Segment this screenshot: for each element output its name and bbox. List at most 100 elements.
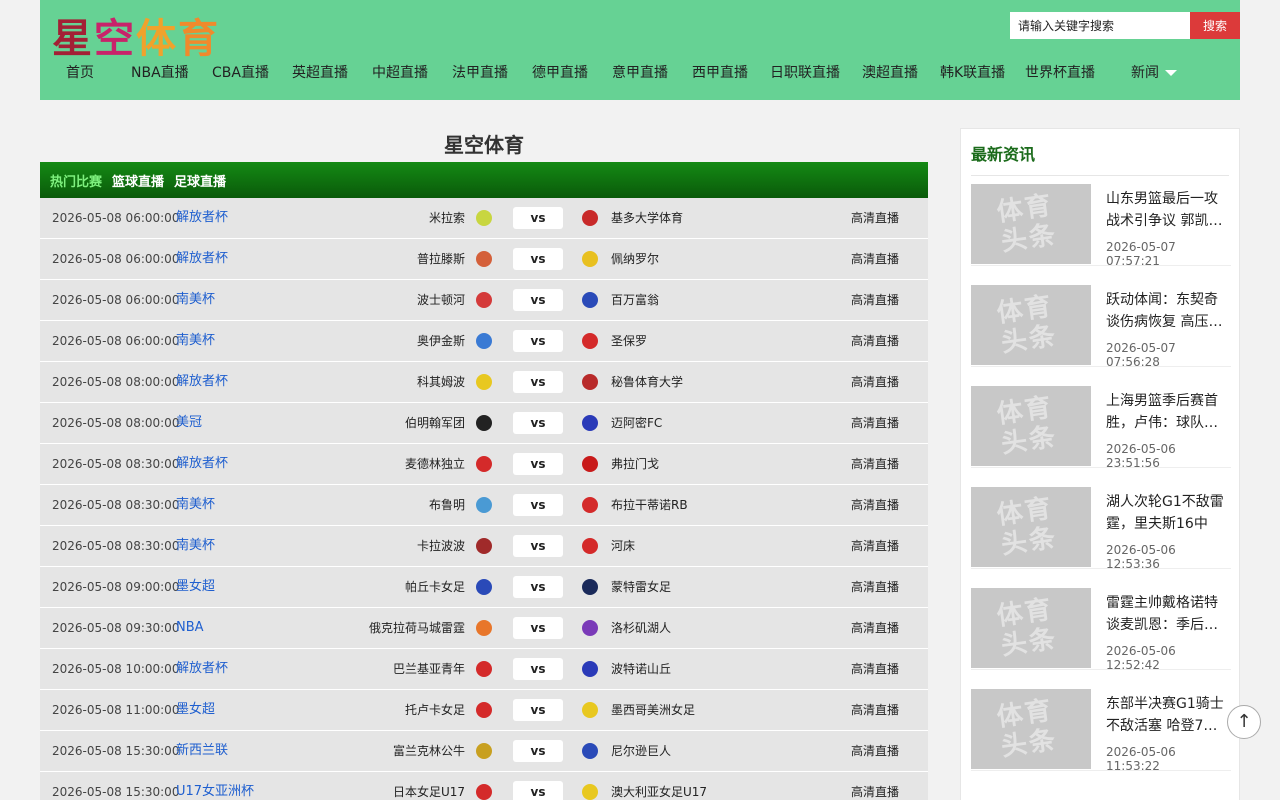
away-team[interactable]: 尼尔逊巨人 bbox=[611, 731, 671, 771]
news-title[interactable]: 东部半决赛G1骑士不敌活塞 哈登7… bbox=[1106, 693, 1228, 737]
league-link[interactable]: 墨女超 bbox=[176, 690, 215, 730]
away-team[interactable]: 弗拉门戈 bbox=[611, 444, 659, 484]
live-stream-link[interactable]: 高清直播 bbox=[851, 280, 899, 320]
league-link[interactable]: 美冠 bbox=[176, 403, 202, 443]
search-input[interactable] bbox=[1010, 12, 1190, 39]
back-to-top-button[interactable]: ↑ bbox=[1227, 705, 1261, 739]
search-button[interactable]: 搜索 bbox=[1190, 12, 1240, 39]
tab-hot[interactable]: 热门比赛 bbox=[50, 171, 102, 190]
away-team[interactable]: 圣保罗 bbox=[611, 321, 647, 361]
away-team[interactable]: 河床 bbox=[611, 526, 635, 566]
match-row[interactable]: 2026-05-08 06:00:00 南美杯 奥伊金斯 vs 圣保罗 高清直播 bbox=[40, 321, 928, 362]
away-team[interactable]: 布拉干蒂诺RB bbox=[611, 485, 688, 525]
news-item[interactable]: 体育 头条 雷霆主帅戴格诺特谈麦凯恩：季后… 2026-05-06 12:52:42 bbox=[971, 580, 1231, 672]
home-team[interactable]: 科其姆波 bbox=[417, 362, 465, 402]
nav-item-laliga[interactable]: 西甲直播 bbox=[692, 62, 748, 82]
news-thumbnail[interactable]: 体育 头条 bbox=[971, 386, 1091, 466]
live-stream-link[interactable]: 高清直播 bbox=[851, 403, 899, 443]
live-stream-link[interactable]: 高清直播 bbox=[851, 321, 899, 361]
news-item[interactable]: 体育 头条 上海男篮季后赛首胜，卢伟：球队… 2026-05-06 23:51:56 bbox=[971, 378, 1231, 470]
news-item[interactable]: 体育 头条 山东男篮最后一攻战术引争议 郭凯… 2026-05-07 07:57:21 bbox=[971, 176, 1231, 268]
match-row[interactable]: 2026-05-08 08:30:00 解放者杯 麦德林独立 vs 弗拉门戈 高清直播 bbox=[40, 444, 928, 485]
live-stream-link[interactable]: 高清直播 bbox=[851, 567, 899, 607]
nav-item-cba[interactable]: CBA直播 bbox=[212, 62, 269, 82]
nav-item-jleague[interactable]: 日职联直播 bbox=[770, 62, 840, 82]
news-title[interactable]: 跃动体闻：东契奇谈伤病恢复 高压… bbox=[1106, 289, 1228, 333]
away-team[interactable]: 佩纳罗尔 bbox=[611, 239, 659, 279]
tab-football[interactable]: 足球直播 bbox=[174, 171, 226, 190]
away-team[interactable]: 波特诺山丘 bbox=[611, 649, 671, 689]
live-stream-link[interactable]: 高清直播 bbox=[851, 198, 899, 238]
league-link[interactable]: 南美杯 bbox=[176, 321, 215, 361]
league-link[interactable]: 解放者杯 bbox=[176, 444, 228, 484]
live-stream-link[interactable]: 高清直播 bbox=[851, 239, 899, 279]
news-thumbnail[interactable]: 体育 头条 bbox=[971, 184, 1091, 264]
match-row[interactable]: 2026-05-08 08:30:00 南美杯 布鲁明 vs 布拉干蒂诺RB 高清直播 bbox=[40, 485, 928, 526]
away-team[interactable]: 秘鲁体育大学 bbox=[611, 362, 683, 402]
match-row[interactable]: 2026-05-08 15:30:00 新西兰联 富兰克林公牛 vs 尼尔逊巨人 高清直播 bbox=[40, 731, 928, 772]
live-stream-link[interactable]: 高清直播 bbox=[851, 731, 899, 771]
match-row[interactable]: 2026-05-08 08:30:00 南美杯 卡拉波波 vs 河床 高清直播 bbox=[40, 526, 928, 567]
match-row[interactable]: 2026-05-08 08:00:00 解放者杯 科其姆波 vs 秘鲁体育大学 高清直播 bbox=[40, 362, 928, 403]
home-team[interactable]: 托卢卡女足 bbox=[405, 690, 465, 730]
news-thumbnail[interactable]: 体育 头条 bbox=[971, 285, 1091, 365]
news-item[interactable]: 体育 头条 东部半决赛G1骑士不敌活塞 哈登7… 2026-05-06 11:53:2… bbox=[971, 681, 1231, 773]
live-stream-link[interactable]: 高清直播 bbox=[851, 485, 899, 525]
away-team[interactable]: 澳大利亚女足U17 bbox=[611, 772, 707, 800]
league-link[interactable]: NBA bbox=[176, 608, 204, 648]
live-stream-link[interactable]: 高清直播 bbox=[851, 362, 899, 402]
home-team[interactable]: 卡拉波波 bbox=[417, 526, 465, 566]
away-team[interactable]: 基多大学体育 bbox=[611, 198, 683, 238]
nav-item-bundesliga[interactable]: 德甲直播 bbox=[532, 62, 588, 82]
league-link[interactable]: 新西兰联 bbox=[176, 731, 228, 771]
live-stream-link[interactable]: 高清直播 bbox=[851, 444, 899, 484]
news-title[interactable]: 湖人次轮G1不敌雷霆，里夫斯16中3… bbox=[1106, 491, 1228, 535]
away-team[interactable]: 蒙特雷女足 bbox=[611, 567, 671, 607]
home-team[interactable]: 帕丘卡女足 bbox=[405, 567, 465, 607]
match-row[interactable]: 2026-05-08 06:00:00 解放者杯 普拉滕斯 vs 佩纳罗尔 高清直播 bbox=[40, 239, 928, 280]
news-item[interactable]: 体育头条 湖人次轮G1不敌雷霆，里夫斯16中3… 2026-05-06 12:53:… bbox=[971, 479, 1231, 571]
match-row[interactable]: 2026-05-08 11:00:00 墨女超 托卢卡女足 vs 墨西哥美洲女足 高清直播 bbox=[40, 690, 928, 731]
away-team[interactable]: 洛杉矶湖人 bbox=[611, 608, 671, 648]
away-team[interactable]: 墨西哥美洲女足 bbox=[611, 690, 695, 730]
nav-item-nba[interactable]: NBA直播 bbox=[131, 62, 189, 82]
away-team[interactable]: 百万富翁 bbox=[611, 280, 659, 320]
site-logo[interactable]: 星空体育 bbox=[52, 6, 220, 64]
nav-item-aleague[interactable]: 澳超直播 bbox=[862, 62, 918, 82]
tab-basketball[interactable]: 篮球直播 bbox=[112, 171, 164, 190]
home-team[interactable]: 巴兰基亚青年 bbox=[393, 649, 465, 689]
news-title[interactable]: 山东男篮最后一攻战术引争议 郭凯… bbox=[1106, 188, 1228, 232]
nav-item-csl[interactable]: 中超直播 bbox=[372, 62, 428, 82]
live-stream-link[interactable]: 高清直播 bbox=[851, 526, 899, 566]
home-team[interactable]: 波士顿河 bbox=[417, 280, 465, 320]
match-row[interactable]: 2026-05-08 06:00:00 解放者杯 米拉索 vs 基多大学体育 高清直播 bbox=[40, 198, 928, 239]
live-stream-link[interactable]: 高清直播 bbox=[851, 772, 899, 800]
home-team[interactable]: 俄克拉荷马城雷霆 bbox=[369, 608, 465, 648]
league-link[interactable]: 南美杯 bbox=[176, 526, 215, 566]
nav-item-home[interactable]: 首页 bbox=[66, 62, 94, 82]
live-stream-link[interactable]: 高清直播 bbox=[851, 608, 899, 648]
news-thumbnail[interactable]: 体育 头条 bbox=[971, 487, 1091, 567]
league-link[interactable]: 南美杯 bbox=[176, 485, 215, 525]
home-team[interactable]: 伯明翰军团 bbox=[405, 403, 465, 443]
league-link[interactable]: 南美杯 bbox=[176, 280, 215, 320]
league-link[interactable]: 解放者杯 bbox=[176, 649, 228, 689]
nav-item-ligue1[interactable]: 法甲直播 bbox=[452, 62, 508, 82]
live-stream-link[interactable]: 高清直播 bbox=[851, 690, 899, 730]
league-link[interactable]: 解放者杯 bbox=[176, 239, 228, 279]
news-item[interactable]: 体育 头条 跃动体闻：东契奇谈伤病恢复 高压… 2026-05-07 07:56:28 bbox=[971, 277, 1231, 369]
nav-item-news[interactable]: 新闻 bbox=[1131, 62, 1177, 82]
home-team[interactable]: 普拉滕斯 bbox=[417, 239, 465, 279]
news-title[interactable]: 上海男篮季后赛首胜，卢伟：球队… bbox=[1106, 390, 1228, 434]
match-row[interactable]: 2026-05-08 15:30:00 U17女亚洲杯 日本女足U17 vs 澳大利亚女… bbox=[40, 772, 928, 800]
nav-item-seriea[interactable]: 意甲直播 bbox=[612, 62, 668, 82]
home-team[interactable]: 布鲁明 bbox=[429, 485, 465, 525]
home-team[interactable]: 米拉索 bbox=[429, 198, 465, 238]
nav-item-epl[interactable]: 英超直播 bbox=[292, 62, 348, 82]
news-title[interactable]: 雷霆主帅戴格诺特谈麦凯恩：季后… bbox=[1106, 592, 1228, 636]
league-link[interactable]: U17女亚洲杯 bbox=[176, 772, 254, 800]
league-link[interactable]: 墨女超 bbox=[176, 567, 215, 607]
home-team[interactable]: 奥伊金斯 bbox=[417, 321, 465, 361]
news-thumbnail[interactable]: 体育 头条 bbox=[971, 588, 1091, 668]
match-row[interactable]: 2026-05-08 09:00:00 墨女超 帕丘卡女足 vs 蒙特雷女足 高清直播 bbox=[40, 567, 928, 608]
